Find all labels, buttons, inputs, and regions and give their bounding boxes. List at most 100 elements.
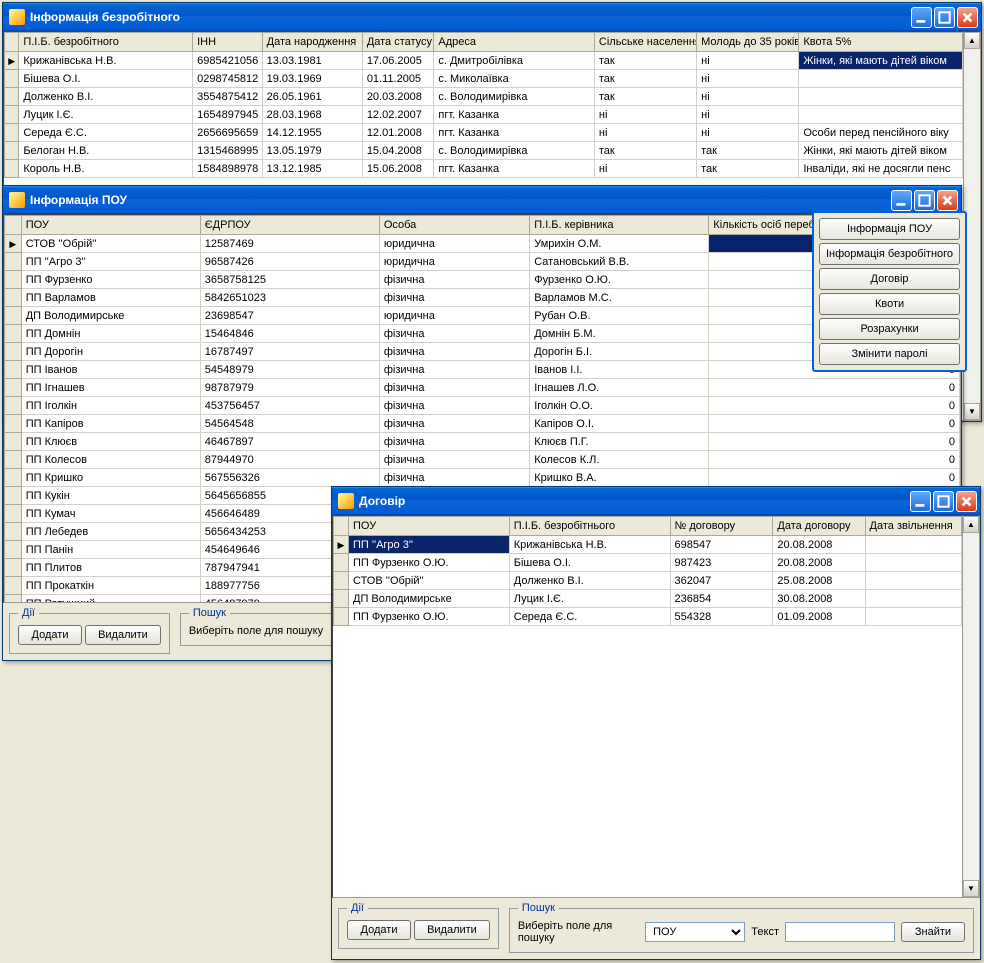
close-button[interactable] bbox=[956, 491, 977, 512]
table-cell[interactable]: Король Н.В. bbox=[19, 160, 193, 178]
table-cell[interactable]: Домнін Б.М. bbox=[530, 325, 709, 343]
table-cell[interactable]: 2656695659 bbox=[193, 124, 263, 142]
table-cell[interactable]: Бішева О.І. bbox=[509, 554, 670, 572]
table-cell[interactable]: 28.03.1968 bbox=[262, 106, 362, 124]
table-cell[interactable]: 567556326 bbox=[200, 469, 379, 487]
table-cell[interactable]: 362047 bbox=[670, 572, 773, 590]
table-cell[interactable]: ПП Капіров bbox=[21, 415, 200, 433]
table-cell[interactable]: ДП Володимирське bbox=[349, 590, 510, 608]
table-cell[interactable]: ПП Фурзенко О.Ю. bbox=[349, 608, 510, 626]
table-cell[interactable]: ПП Панін bbox=[21, 541, 200, 559]
table-cell[interactable]: Луцик І.Є. bbox=[509, 590, 670, 608]
table-cell[interactable]: 23698547 bbox=[200, 307, 379, 325]
table-cell[interactable]: Бішева О.І. bbox=[19, 70, 193, 88]
table-cell[interactable]: 14.12.1955 bbox=[262, 124, 362, 142]
vertical-scrollbar[interactable]: ▲ ▼ bbox=[963, 515, 980, 898]
minimize-button[interactable] bbox=[910, 491, 931, 512]
table-row[interactable]: ПП Кришко567556326фізичнаКришко В.А.0 bbox=[5, 469, 960, 487]
table-cell[interactable]: ні bbox=[697, 124, 799, 142]
table-cell[interactable]: 19.03.1969 bbox=[262, 70, 362, 88]
table-cell[interactable]: ПП Плитов bbox=[21, 559, 200, 577]
table-row[interactable]: Белоган Н.В.131546899513.05.197915.04.20… bbox=[5, 142, 963, 160]
table-cell[interactable]: Белоган Н.В. bbox=[19, 142, 193, 160]
table-cell[interactable]: СТОВ ''Обрій'' bbox=[21, 235, 200, 253]
table-cell[interactable]: фізична bbox=[379, 415, 529, 433]
maximize-button[interactable] bbox=[933, 491, 954, 512]
table-cell[interactable]: Фурзенко О.Ю. bbox=[530, 271, 709, 289]
table-cell[interactable]: пгт. Казанка bbox=[434, 124, 595, 142]
table-cell[interactable]: 17.06.2005 bbox=[362, 52, 434, 70]
table-cell[interactable]: пгт. Казанка bbox=[434, 160, 595, 178]
table-cell[interactable]: Долженко В.І. bbox=[509, 572, 670, 590]
table-cell[interactable]: 0 bbox=[709, 415, 960, 433]
table-cell[interactable]: 16787497 bbox=[200, 343, 379, 361]
table-cell[interactable]: ні bbox=[697, 70, 799, 88]
table-row[interactable]: Король Н.В.158489897813.12.198515.06.200… bbox=[5, 160, 963, 178]
contract-grid[interactable]: ПОУП.І.Б. безробітнього№ договоруДата до… bbox=[332, 515, 963, 898]
table-cell[interactable]: 0 bbox=[709, 433, 960, 451]
table-cell[interactable]: 1654897945 bbox=[193, 106, 263, 124]
column-header[interactable]: Квота 5% bbox=[799, 33, 963, 52]
table-cell[interactable] bbox=[799, 106, 963, 124]
table-cell[interactable]: 3554875412 bbox=[193, 88, 263, 106]
table-cell[interactable]: ні bbox=[697, 88, 799, 106]
nav-change-passwords[interactable]: Змінити паролі bbox=[819, 343, 960, 365]
nav-contract[interactable]: Договір bbox=[819, 268, 960, 290]
table-cell[interactable]: 12.01.2008 bbox=[362, 124, 434, 142]
table-cell[interactable]: юридична bbox=[379, 253, 529, 271]
column-header[interactable]: ІНН bbox=[193, 33, 263, 52]
column-header[interactable]: П.І.Б. керівника bbox=[530, 216, 709, 235]
column-header[interactable]: Дата договору bbox=[773, 517, 865, 536]
table-cell[interactable] bbox=[865, 590, 961, 608]
table-cell[interactable]: Іванов І.І. bbox=[530, 361, 709, 379]
table-cell[interactable]: Капіров О.І. bbox=[530, 415, 709, 433]
table-cell[interactable]: ПП Кукін bbox=[21, 487, 200, 505]
table-cell[interactable]: Ігнашев Л.О. bbox=[530, 379, 709, 397]
minimize-button[interactable] bbox=[911, 7, 932, 28]
scroll-down-icon[interactable]: ▼ bbox=[964, 403, 980, 420]
table-cell[interactable]: 6985421056 bbox=[193, 52, 263, 70]
table-row[interactable]: Середа Є.С.265669565914.12.195512.01.200… bbox=[5, 124, 963, 142]
table-cell[interactable]: ПП Варламов bbox=[21, 289, 200, 307]
nav-quotas[interactable]: Квоти bbox=[819, 293, 960, 315]
table-cell[interactable]: 25.08.2008 bbox=[773, 572, 865, 590]
column-header[interactable]: ЄДРПОУ bbox=[200, 216, 379, 235]
table-row[interactable]: ПП Колесов87944970фізичнаКолесов К.Л.0 bbox=[5, 451, 960, 469]
table-row[interactable]: ▶ПП ''Агро 3''Крижанівська Н.В.69854720.… bbox=[334, 536, 962, 554]
table-row[interactable]: Бішева О.І.029874581219.03.196901.11.200… bbox=[5, 70, 963, 88]
table-cell[interactable]: 30.08.2008 bbox=[773, 590, 865, 608]
table-cell[interactable]: Жінки, які мають дітей віком bbox=[799, 52, 963, 70]
table-cell[interactable]: с. Володимирівка bbox=[434, 88, 595, 106]
table-cell[interactable]: 54548979 bbox=[200, 361, 379, 379]
add-button[interactable]: Додати bbox=[18, 625, 82, 645]
nav-pou-info[interactable]: Інформація ПОУ bbox=[819, 218, 960, 240]
scroll-up-icon[interactable]: ▲ bbox=[964, 32, 980, 49]
table-cell[interactable]: ПП Іголкін bbox=[21, 397, 200, 415]
table-cell[interactable]: 0 bbox=[709, 397, 960, 415]
table-cell[interactable]: 15464846 bbox=[200, 325, 379, 343]
table-cell[interactable]: Рубан О.В. bbox=[530, 307, 709, 325]
table-cell[interactable]: 15.04.2008 bbox=[362, 142, 434, 160]
table-row[interactable]: ПП Ігнашев98787979фізичнаІгнашев Л.О.0 bbox=[5, 379, 960, 397]
table-cell[interactable]: 46467897 bbox=[200, 433, 379, 451]
nav-unemployed-info[interactable]: Інформація безробітного bbox=[819, 243, 960, 265]
table-row[interactable]: ДП ВолодимирськеЛуцик І.Є.23685430.08.20… bbox=[334, 590, 962, 608]
table-cell[interactable]: 20.08.2008 bbox=[773, 536, 865, 554]
table-cell[interactable]: фізична bbox=[379, 379, 529, 397]
close-button[interactable] bbox=[957, 7, 978, 28]
column-header[interactable]: Молодь до 35 років bbox=[697, 33, 799, 52]
table-cell[interactable]: СТОВ ''Обрій'' bbox=[349, 572, 510, 590]
table-cell[interactable]: 13.03.1981 bbox=[262, 52, 362, 70]
table-cell[interactable]: ні bbox=[594, 160, 696, 178]
table-cell[interactable]: Інваліди, які не досягли пенс bbox=[799, 160, 963, 178]
table-cell[interactable]: фізична bbox=[379, 397, 529, 415]
table-row[interactable]: СТОВ ''Обрій''Долженко В.І.36204725.08.2… bbox=[334, 572, 962, 590]
table-row[interactable]: Луцик І.Є.165489794528.03.196812.02.2007… bbox=[5, 106, 963, 124]
table-cell[interactable]: юридична bbox=[379, 235, 529, 253]
table-row[interactable]: ПП Клюєв46467897фізичнаКлюєв П.Г.0 bbox=[5, 433, 960, 451]
table-cell[interactable]: ПП Колесов bbox=[21, 451, 200, 469]
table-cell[interactable]: Середа Є.С. bbox=[509, 608, 670, 626]
table-row[interactable]: ПП Капіров54564548фізичнаКапіров О.І.0 bbox=[5, 415, 960, 433]
titlebar[interactable]: Договір bbox=[332, 487, 980, 515]
scroll-down-icon[interactable]: ▼ bbox=[963, 880, 979, 897]
